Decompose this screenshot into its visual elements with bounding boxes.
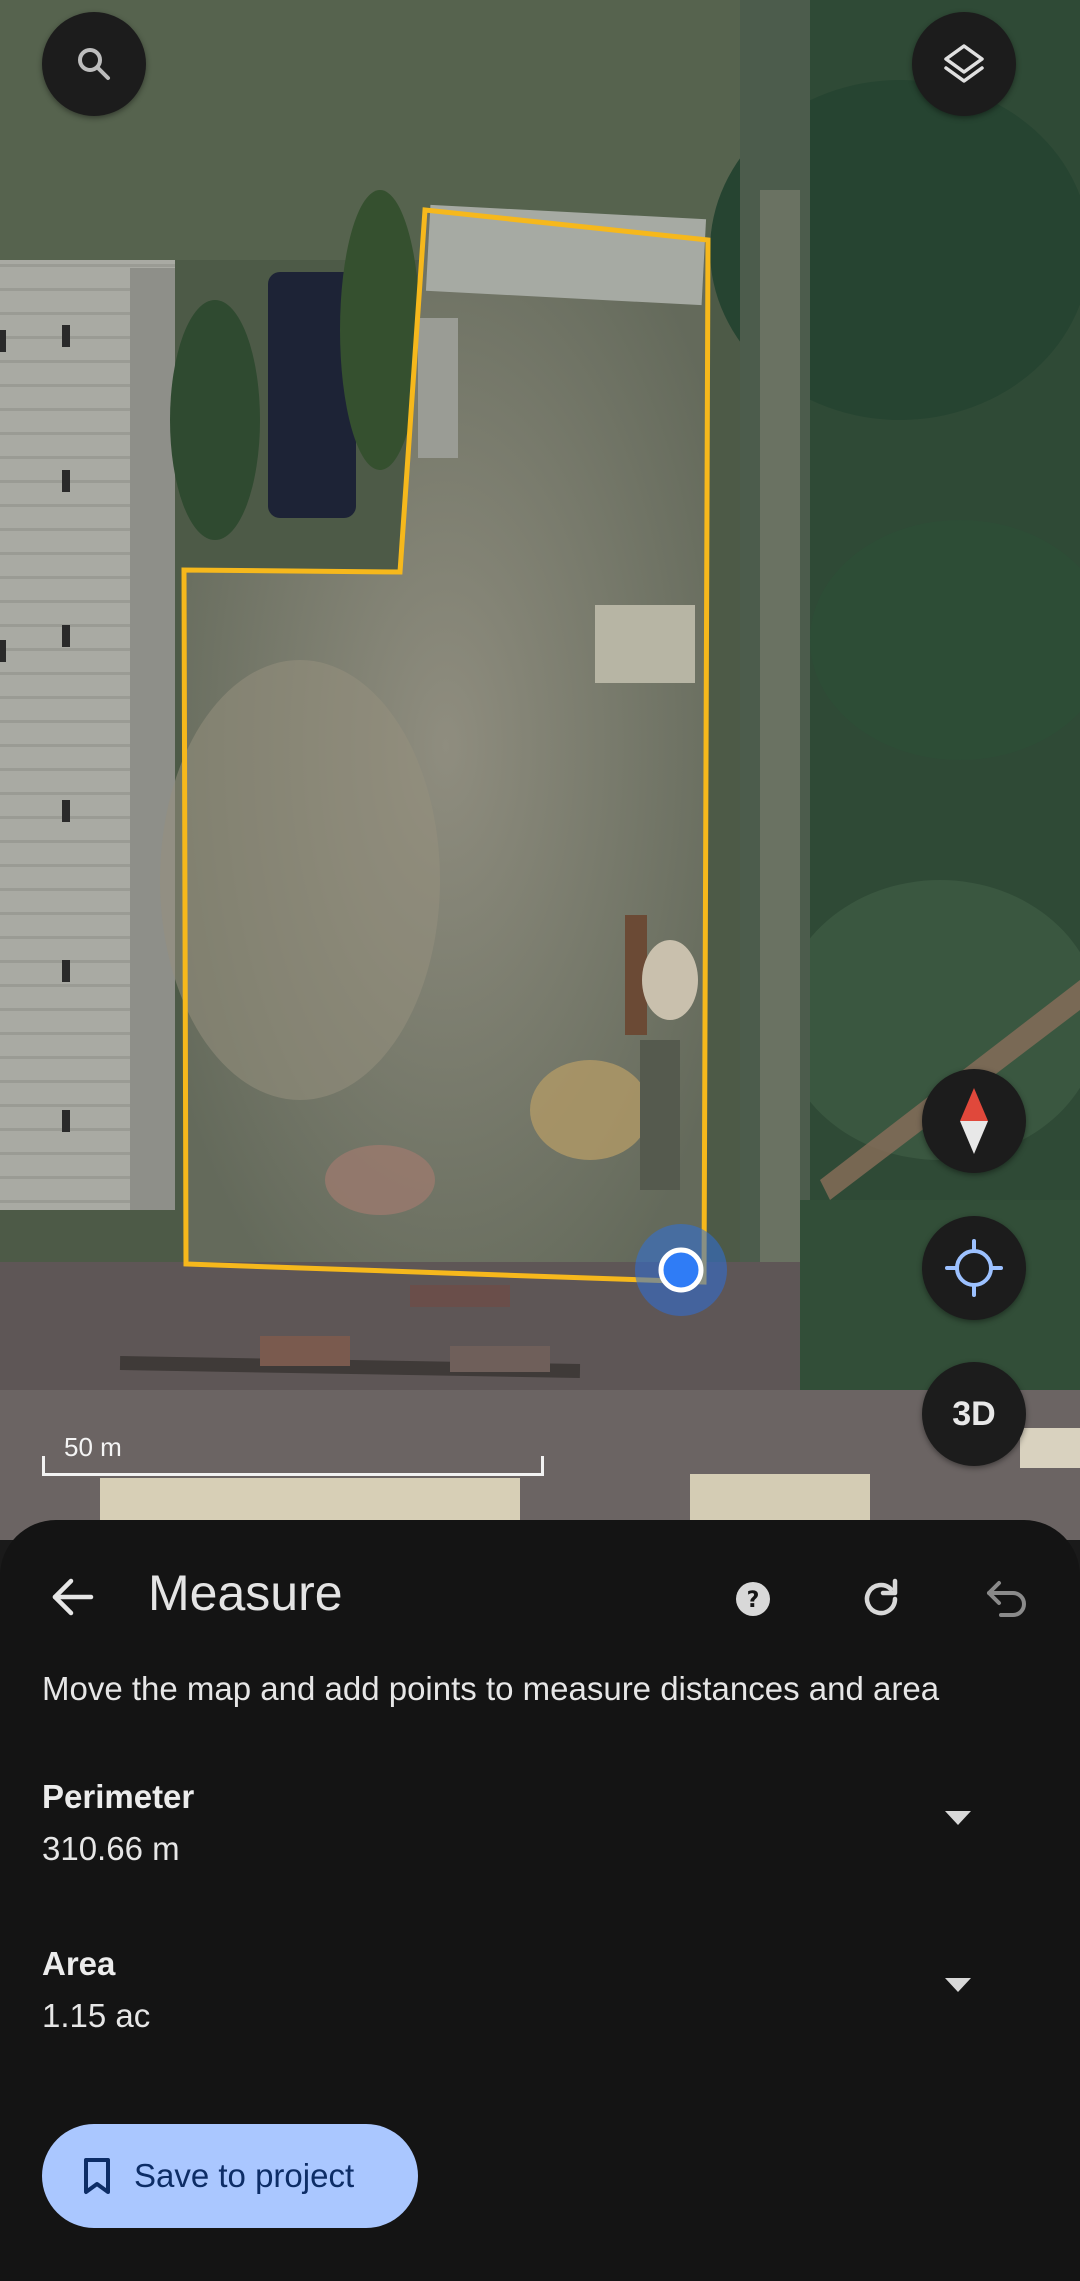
toggle-3d-label: 3D bbox=[952, 1394, 996, 1433]
panel-header: Measure ? bbox=[0, 1520, 1080, 1670]
my-location-icon bbox=[944, 1238, 1004, 1298]
svg-text:?: ? bbox=[747, 1588, 760, 1613]
search-icon bbox=[74, 44, 114, 84]
compass-icon bbox=[954, 1086, 994, 1156]
toggle-3d-button[interactable]: 3D bbox=[922, 1362, 1026, 1466]
undo-button[interactable] bbox=[978, 1572, 1036, 1630]
measure-instructions: Move the map and add points to measure d… bbox=[42, 1670, 940, 1707]
arrow-back-icon bbox=[49, 1573, 97, 1626]
scale-bar: 50 m bbox=[42, 1432, 544, 1476]
search-button[interactable] bbox=[42, 12, 146, 116]
map-view[interactable]: 3D 50 m bbox=[0, 0, 1080, 1540]
help-button[interactable]: ? bbox=[724, 1572, 782, 1630]
reset-button[interactable] bbox=[852, 1572, 910, 1630]
scale-bar-label: 50 m bbox=[64, 1432, 122, 1462]
scale-bar-line bbox=[42, 1473, 544, 1476]
dropdown-arrow-icon bbox=[945, 1811, 971, 1825]
measure-panel: Measure ? Move the map and add points to… bbox=[0, 1520, 1080, 2281]
undo-icon bbox=[983, 1575, 1031, 1628]
area-unit-dropdown[interactable] bbox=[938, 1965, 978, 2005]
bookmark-icon bbox=[82, 2157, 112, 2195]
refresh-icon bbox=[857, 1575, 905, 1628]
perimeter-value: 310.66 m bbox=[42, 1830, 180, 1867]
dropdown-arrow-icon bbox=[945, 1978, 971, 1992]
perimeter-row[interactable]: Perimeter 310.66 m bbox=[42, 1778, 1038, 1888]
panel-title: Measure bbox=[148, 1565, 343, 1621]
area-value: 1.15 ac bbox=[42, 1997, 151, 2034]
layers-icon bbox=[941, 41, 987, 87]
help-icon: ? bbox=[733, 1579, 773, 1624]
compass-button[interactable] bbox=[922, 1069, 1026, 1173]
save-to-project-button[interactable]: Save to project bbox=[42, 2124, 418, 2228]
scale-bar-tick-left bbox=[42, 1456, 45, 1476]
back-button[interactable] bbox=[44, 1570, 102, 1628]
perimeter-unit-dropdown[interactable] bbox=[938, 1798, 978, 1838]
my-location-button[interactable] bbox=[922, 1216, 1026, 1320]
layers-button[interactable] bbox=[912, 12, 1016, 116]
area-row[interactable]: Area 1.15 ac bbox=[42, 1945, 1038, 2055]
satellite-imagery bbox=[0, 0, 1080, 1540]
perimeter-label: Perimeter bbox=[42, 1778, 195, 1815]
save-to-project-label: Save to project bbox=[134, 2157, 355, 2194]
measure-point-marker bbox=[658, 1247, 704, 1293]
area-label: Area bbox=[42, 1945, 116, 1982]
scale-bar-tick-right bbox=[541, 1456, 544, 1476]
